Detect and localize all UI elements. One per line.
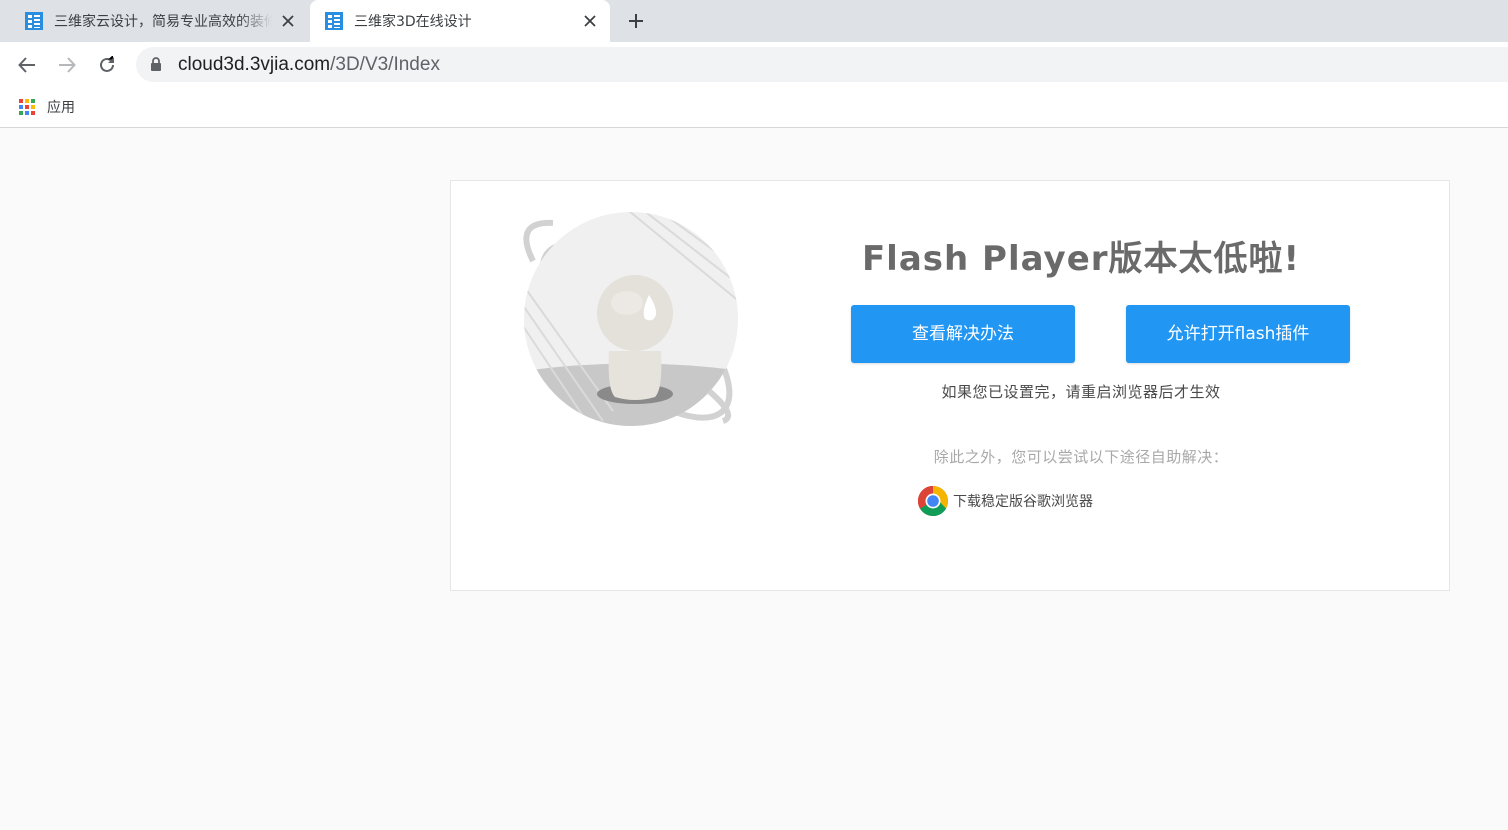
page-headline: Flash Player版本太低啦! xyxy=(861,239,1301,279)
flash-warning-card: Flash Player版本太低啦! 查看解决办法 允许打开flash插件 如果… xyxy=(450,180,1450,591)
tab-3d-online-design[interactable]: 三维家3D在线设计 xyxy=(310,0,610,42)
url-text[interactable]: cloud3d.3vjia.com/3D/V3/Index xyxy=(178,54,440,76)
close-icon[interactable] xyxy=(580,11,600,31)
url-path: /3D/V3/Index xyxy=(330,53,440,75)
browser-toolbar: cloud3d.3vjia.com/3D/V3/Index xyxy=(0,42,1508,87)
back-arrow-icon xyxy=(18,57,35,73)
reload-button[interactable] xyxy=(92,50,122,80)
download-chrome-link[interactable]: 下载稳定版谷歌浏览器 xyxy=(917,485,1093,517)
site-favicon-icon xyxy=(25,12,43,30)
forward-arrow-icon xyxy=(59,57,76,73)
bookmark-label: 应用 xyxy=(47,100,75,116)
view-solution-button[interactable]: 查看解决办法 xyxy=(851,305,1075,363)
alternative-note: 除此之外，您可以尝试以下途径自助解决： xyxy=(933,448,1229,466)
site-favicon-icon xyxy=(325,12,343,30)
tab-title: 三维家3D在线设计 xyxy=(354,14,472,30)
lock-icon[interactable] xyxy=(150,57,164,73)
bookmark-apps[interactable]: 应用 xyxy=(18,96,75,118)
plus-icon xyxy=(629,14,643,28)
chrome-logo-icon xyxy=(918,486,949,517)
bookmarks-bar: 应用 xyxy=(0,87,1508,128)
url-host: cloud3d.3vjia.com xyxy=(178,53,331,75)
sad-character-illustration xyxy=(523,212,738,426)
new-tab-button[interactable] xyxy=(622,7,650,35)
chrome-download-label: 下载稳定版谷歌浏览器 xyxy=(953,494,1093,510)
forward-button[interactable] xyxy=(52,50,82,80)
address-bar[interactable]: cloud3d.3vjia.com/3D/V3/Index xyxy=(136,47,1508,82)
tab-title: 三维家云设计，简易专业高效的装修设计 xyxy=(54,14,272,30)
restart-note: 如果您已设置完，请重启浏览器后才生效 xyxy=(941,383,1221,401)
back-button[interactable] xyxy=(12,50,42,80)
close-icon[interactable] xyxy=(278,11,298,31)
allow-flash-button[interactable]: 允许打开flash插件 xyxy=(1126,305,1350,363)
reload-icon xyxy=(100,56,114,72)
apps-grid-icon xyxy=(19,99,35,115)
tab-3vjia-home[interactable]: 三维家云设计，简易专业高效的装修设计 xyxy=(10,0,308,42)
tab-strip: 三维家云设计，简易专业高效的装修设计 三维家3D在线设计 xyxy=(0,0,1508,42)
